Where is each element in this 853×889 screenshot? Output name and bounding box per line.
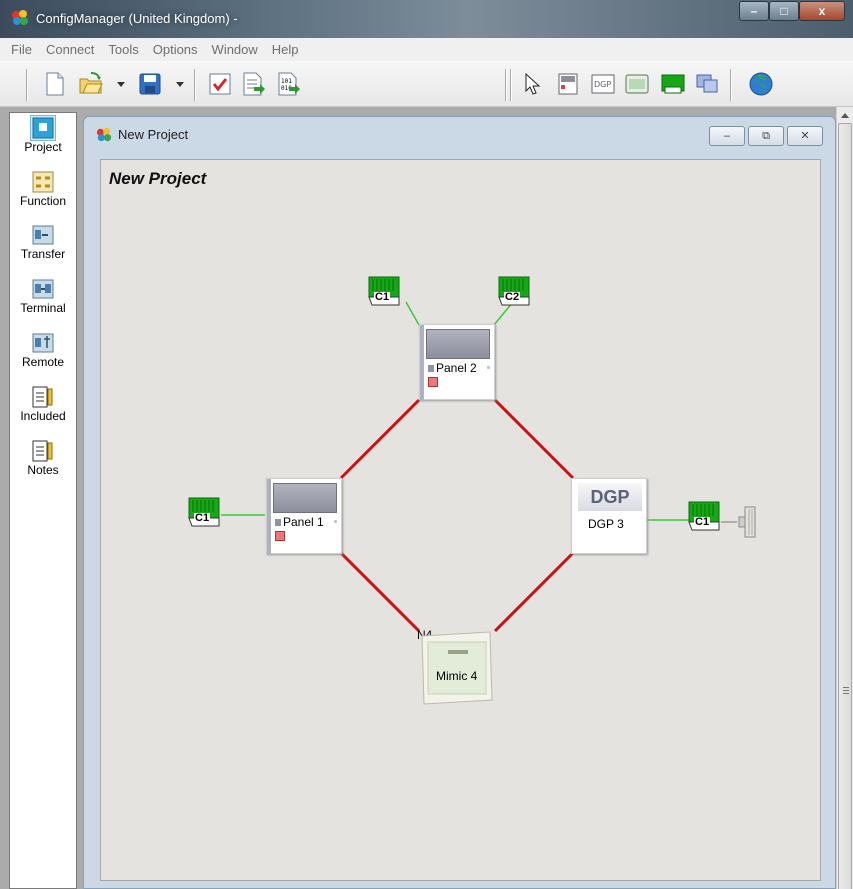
- palette-label: Included: [20, 409, 66, 423]
- app-icon: [12, 10, 28, 25]
- node-label: DGP 3: [588, 517, 624, 531]
- vertical-scrollbar[interactable]: [836, 107, 853, 889]
- menu-connect[interactable]: Connect: [39, 42, 101, 57]
- remote-pc-tool-icon[interactable]: [694, 71, 720, 97]
- validate-icon[interactable]: [207, 71, 233, 97]
- palette-remote[interactable]: Remote: [10, 331, 76, 369]
- node-label: Panel 1: [283, 515, 324, 529]
- pointer-tool-icon[interactable]: [519, 71, 545, 97]
- child-minimize-button[interactable]: –: [709, 126, 745, 146]
- project-window-icon: [96, 127, 112, 142]
- dgp-badge: DGP: [578, 483, 642, 511]
- project-window-title: New Project: [118, 127, 189, 142]
- menu-tools[interactable]: Tools: [101, 42, 145, 57]
- card-label: C1: [374, 291, 391, 303]
- binary-export-icon[interactable]: 101 010: [275, 71, 301, 97]
- notes-icon: [32, 440, 53, 462]
- menu-options[interactable]: Options: [146, 42, 205, 57]
- dgp-3-node[interactable]: DGP DGP 3: [571, 478, 647, 554]
- dgp-tool-icon[interactable]: DGP: [590, 71, 616, 97]
- scroll-up-icon[interactable]: [841, 113, 849, 118]
- palette-terminal[interactable]: Terminal: [10, 277, 76, 315]
- node-label: Panel 2: [436, 361, 477, 375]
- network-canvas[interactable]: New Project N2 Panel 2 N1 Panel 1 N3 DGP…: [100, 159, 821, 881]
- panel-2-node[interactable]: Panel 2: [419, 324, 495, 401]
- globe-icon[interactable]: [748, 71, 774, 97]
- terminal-icon: [32, 279, 54, 299]
- palette-label: Remote: [21, 355, 65, 369]
- link-n2-n3: [493, 398, 575, 480]
- included-icon: [32, 386, 53, 408]
- maximize-button[interactable]: □: [769, 1, 799, 21]
- panel-tool-icon[interactable]: [555, 71, 581, 97]
- card-n2-c1[interactable]: C1: [367, 276, 401, 306]
- serial-device-icon[interactable]: [737, 503, 761, 541]
- card-n1-c1[interactable]: C1: [187, 497, 221, 527]
- card-label: C1: [694, 516, 711, 528]
- window-title: ConfigManager (United Kingdom) -: [36, 11, 238, 26]
- remote-icon: [32, 333, 54, 353]
- palette-included[interactable]: Included: [10, 385, 76, 423]
- minimize-button[interactable]: –: [739, 1, 769, 21]
- menu-bar: File Connect Tools Options Window Help: [0, 38, 853, 61]
- toolbar-separator: [510, 69, 511, 101]
- window-title-bar: ConfigManager (United Kingdom) - – □ x: [0, 0, 853, 38]
- palette-notes[interactable]: Notes: [10, 439, 76, 477]
- svg-text:DGP: DGP: [594, 80, 611, 89]
- function-icon: [32, 171, 54, 193]
- palette-label: Project: [24, 140, 62, 154]
- report-icon[interactable]: [240, 71, 266, 97]
- toolbar-separator: [26, 69, 27, 101]
- save-icon[interactable]: [137, 71, 163, 97]
- link-card-n2-c1: [405, 301, 420, 326]
- card-n3-c1[interactable]: C1: [687, 501, 721, 531]
- close-button[interactable]: x: [799, 1, 845, 21]
- card-label: C1: [194, 512, 211, 524]
- mimic-4-node[interactable]: Mimic 4: [418, 630, 496, 706]
- new-file-icon[interactable]: [42, 71, 68, 97]
- project-icon: [30, 115, 56, 141]
- palette-project[interactable]: Project: [10, 115, 76, 154]
- card-tool-icon[interactable]: [660, 71, 686, 97]
- node-label: Mimic 4: [436, 669, 478, 683]
- toolbar-separator: [194, 69, 195, 101]
- panel-1-node[interactable]: Panel 1: [266, 478, 342, 555]
- mimic-panel-icon: [421, 631, 493, 705]
- save-dropdown-arrow[interactable]: [176, 82, 184, 87]
- link-n1-n4: [339, 551, 421, 633]
- palette-transfer[interactable]: Transfer: [10, 223, 76, 261]
- scroll-thumb[interactable]: [838, 123, 852, 889]
- open-folder-icon[interactable]: [78, 71, 104, 97]
- palette-label: Notes: [27, 463, 59, 477]
- link-n3-n4: [493, 551, 575, 633]
- palette-label: Terminal: [20, 301, 66, 315]
- toolbar-separator: [505, 69, 506, 101]
- menu-file[interactable]: File: [4, 42, 39, 57]
- palette-label: Transfer: [20, 247, 66, 261]
- card-label: C2: [504, 291, 521, 303]
- menu-help[interactable]: Help: [265, 42, 306, 57]
- transfer-icon: [32, 225, 54, 245]
- card-n2-c2[interactable]: C2: [497, 276, 531, 306]
- svg-text:101: 101: [281, 78, 292, 85]
- toolbar: 101 010 DGP: [0, 61, 853, 107]
- menu-window[interactable]: Window: [205, 42, 265, 57]
- mimic-tool-icon[interactable]: [624, 71, 650, 97]
- child-close-button[interactable]: ✕: [787, 126, 823, 146]
- child-restore-button[interactable]: ⧉: [748, 126, 784, 146]
- toolbar-separator: [730, 69, 731, 101]
- component-palette: Project Function Transfer Terminal Remot…: [9, 112, 77, 889]
- link-n1-n2: [339, 398, 421, 480]
- palette-label: Function: [19, 194, 67, 208]
- open-dropdown-arrow[interactable]: [117, 82, 125, 87]
- palette-function[interactable]: Function: [10, 170, 76, 208]
